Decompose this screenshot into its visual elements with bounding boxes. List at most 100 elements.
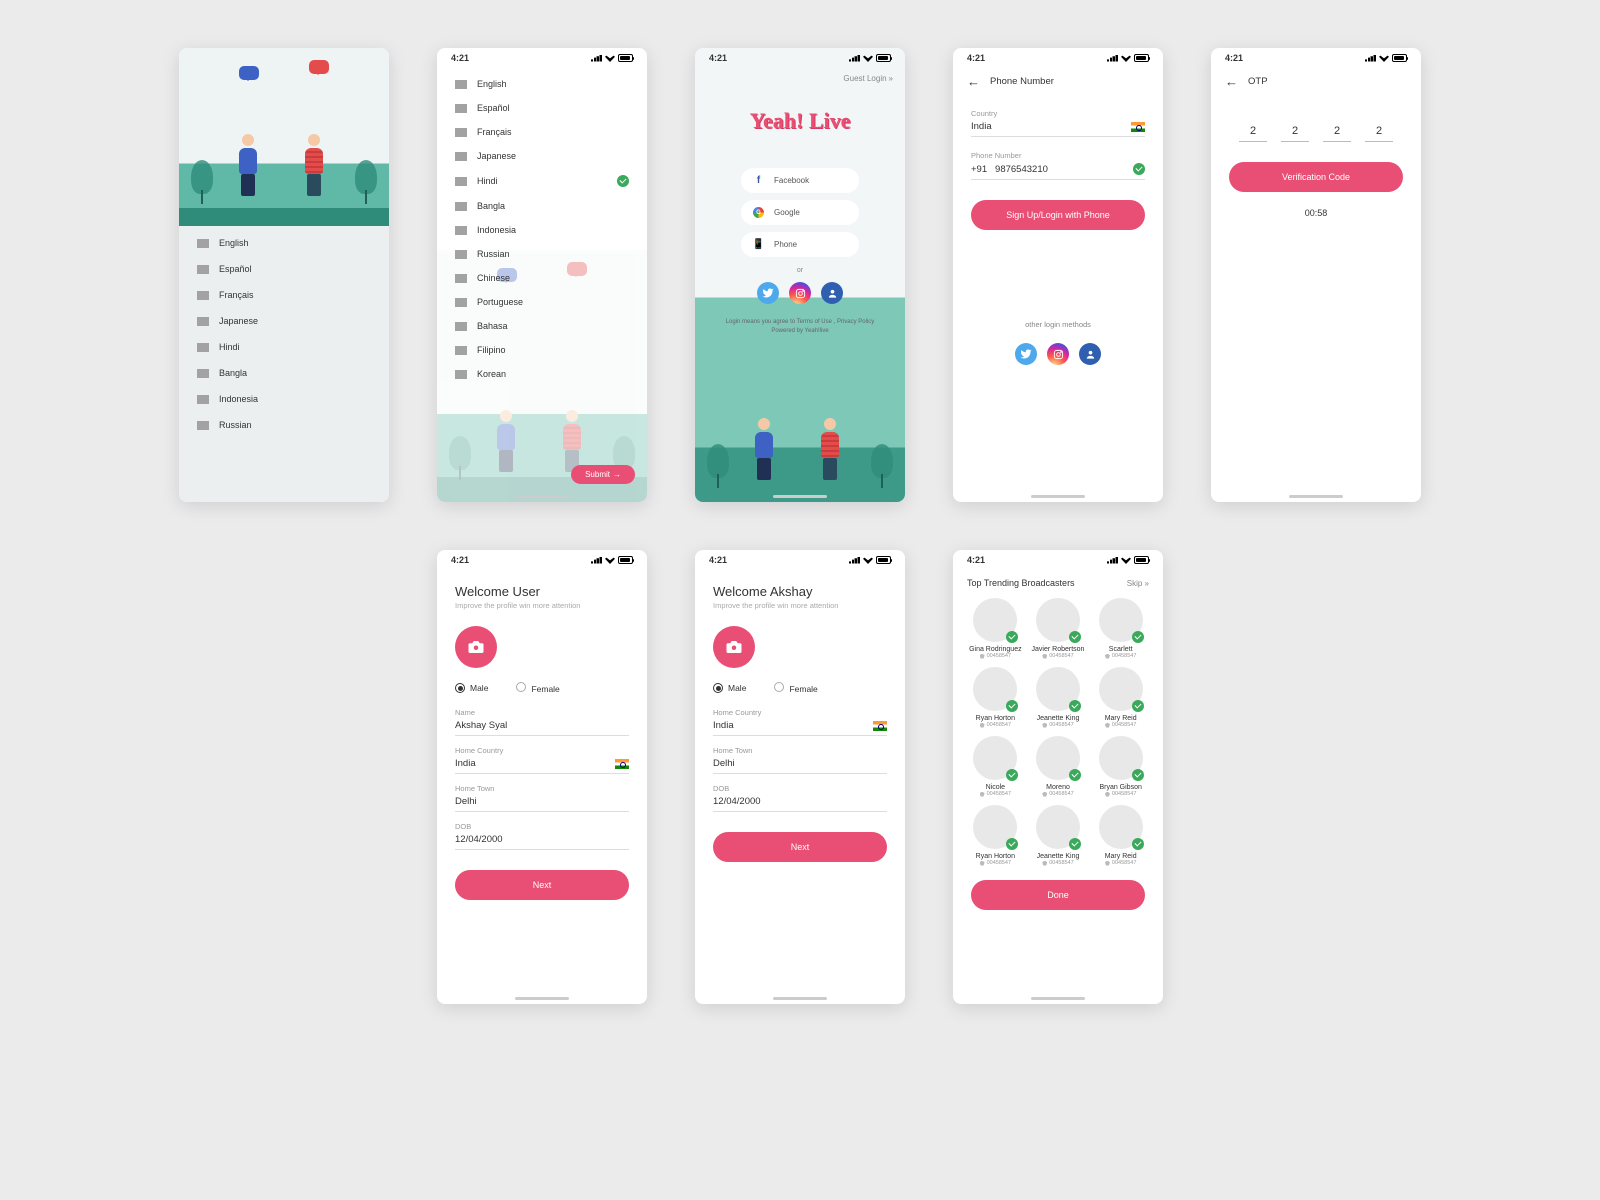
language-row[interactable]: Chinese [437,266,647,290]
language-row[interactable]: Japanese [437,144,647,168]
language-row[interactable]: Russian [437,242,647,266]
broadcaster-id: 00458547 [1030,653,1087,659]
broadcaster-name: Javier Robertson [1030,646,1087,653]
male-radio[interactable]: Male [455,683,488,694]
broadcaster-item[interactable]: Nicole00458547 [967,736,1024,797]
avatar [973,736,1017,780]
town-field[interactable]: Delhi [713,758,887,774]
language-row[interactable]: Bahasa [437,314,647,338]
broadcaster-item[interactable]: Scarlett00458547 [1092,598,1149,659]
language-row[interactable]: Indonesia [179,386,389,412]
broadcaster-item[interactable]: Gina Rodringuez00458547 [967,598,1024,659]
home-indicator [515,495,569,498]
language-label: Indonesia [219,394,258,404]
language-row[interactable]: English [437,72,647,96]
broadcaster-item[interactable]: Ryan Horton00458547 [967,805,1024,866]
next-button[interactable]: Next [455,870,629,900]
language-row[interactable]: Japanese [179,308,389,334]
broadcaster-id: 00458547 [1092,722,1149,728]
login-phone-button[interactable]: 📱Phone [741,232,859,257]
twitter-button[interactable] [757,282,779,304]
female-radio[interactable]: Female [516,682,559,694]
language-row[interactable]: Russian [179,412,389,438]
login-google-button[interactable]: GGoogle [741,200,859,225]
language-list[interactable]: EnglishEspañol Français JapaneseHindiBangl… [437,68,647,502]
language-row[interactable]: Indonesia [437,218,647,242]
language-row[interactable]: Hindi [179,334,389,360]
broadcaster-item[interactable]: Javier Robertson00458547 [1030,598,1087,659]
check-icon [1006,700,1018,712]
phone-field[interactable]: +91 9876543210 [971,163,1145,180]
dob-field[interactable]: 12/04/2000 [713,796,887,812]
upload-photo-button[interactable] [713,626,755,668]
broadcaster-item[interactable]: Jeanette King00458547 [1030,667,1087,728]
login-facebook-button[interactable]: fFacebook [741,168,859,193]
female-radio[interactable]: Female [774,682,817,694]
broadcaster-name: Moreno [1030,784,1087,791]
back-icon[interactable]: ← [1225,74,1238,89]
avatar [973,598,1017,642]
check-icon [1006,838,1018,850]
skip-link[interactable]: Skip » [1127,579,1149,588]
language-row[interactable]: Bangla [179,360,389,386]
check-icon [1132,631,1144,643]
dob-field[interactable]: 12/04/2000 [455,834,629,850]
name-field[interactable]: Akshay Syal [455,720,629,736]
done-button[interactable]: Done [971,880,1145,910]
otp-input-row[interactable]: 2 2 2 2 [1211,125,1421,142]
language-label: Français [477,127,512,137]
language-row[interactable]: Portuguese [437,290,647,314]
broadcaster-item[interactable]: Mary Reid00458547 [1092,805,1149,866]
next-button[interactable]: Next [713,832,887,862]
country-field[interactable]: India [971,121,1145,137]
country-field[interactable]: India [455,758,629,774]
otp-digit[interactable]: 2 [1323,125,1351,142]
broadcaster-item[interactable]: Bryan Gibson00458547 [1092,736,1149,797]
twitter-button[interactable] [1015,343,1037,365]
language-row[interactable]: Korean [437,362,647,386]
language-row[interactable]: Bangla [437,194,647,218]
app-logo: Yeah! Live [695,108,905,134]
language-label: Français [219,290,254,300]
broadcaster-item[interactable]: Mary Reid00458547 [1092,667,1149,728]
language-row[interactable]: Français [179,282,389,308]
otp-digit[interactable]: 2 [1281,125,1309,142]
language-row[interactable]: Español [437,96,647,120]
arrow-right-icon: → [613,470,621,479]
verification-code-button[interactable]: Verification Code [1229,162,1403,192]
language-row[interactable]: Hindi [437,168,647,194]
upload-photo-button[interactable] [455,626,497,668]
language-row[interactable]: English [179,230,389,256]
welcome-subtitle: Improve the profile win more attention [437,601,647,610]
town-field[interactable]: Delhi [455,796,629,812]
avatar [1099,598,1143,642]
guest-login-link[interactable]: Guest Login » [843,74,893,83]
broadcaster-item[interactable]: Moreno00458547 [1030,736,1087,797]
flag-placeholder-icon [197,317,209,326]
submit-button[interactable]: Submit→ [571,465,635,484]
broadcaster-grid: Gina Rodringuez00458547Javier Robertson0… [953,592,1163,872]
broadcaster-item[interactable]: Ryan Horton00458547 [967,667,1024,728]
language-list[interactable]: EnglishEspañol Français JapaneseHindiBangl… [179,226,389,502]
back-icon[interactable]: ← [967,74,980,89]
language-row[interactable]: Español [179,256,389,282]
broadcaster-item[interactable]: Jeanette King00458547 [1030,805,1087,866]
avatar [1099,805,1143,849]
profile-button[interactable] [1079,343,1101,365]
language-row[interactable]: Filipino [437,338,647,362]
flag-placeholder-icon [197,395,209,404]
flag-placeholder-icon [455,80,467,89]
signup-login-phone-button[interactable]: Sign Up/Login with Phone [971,200,1145,230]
flag-placeholder-icon [455,177,467,186]
male-radio[interactable]: Male [713,683,746,694]
otp-digit[interactable]: 2 [1365,125,1393,142]
broadcaster-name: Ryan Horton [967,853,1024,860]
language-row[interactable]: Français [437,120,647,144]
avatar [1036,805,1080,849]
language-label: Russian [219,420,252,430]
instagram-button[interactable] [1047,343,1069,365]
country-field[interactable]: India [713,720,887,736]
profile-button[interactable] [821,282,843,304]
instagram-button[interactable] [789,282,811,304]
otp-digit[interactable]: 2 [1239,125,1267,142]
